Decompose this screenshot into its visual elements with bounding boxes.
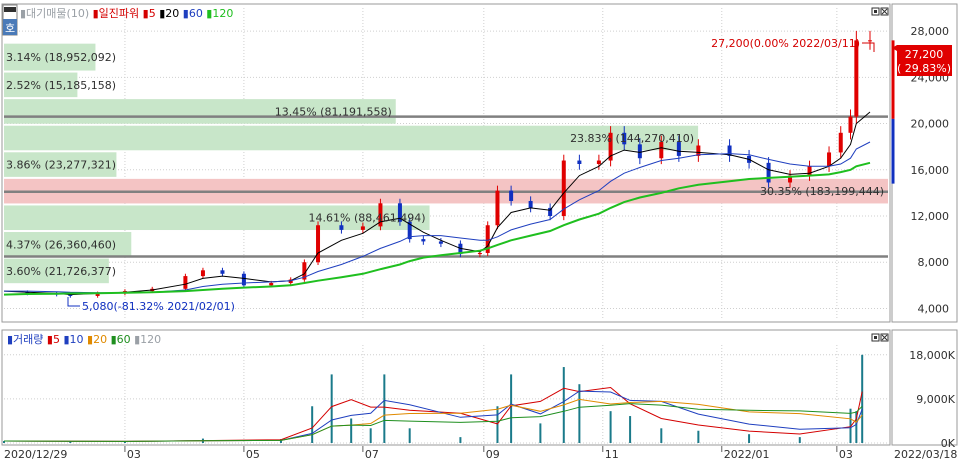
max-annotation: 27,200(0.00% 2022/03/11) bbox=[711, 37, 860, 50]
volume-profile-label: 13.45% (81,191,558) bbox=[275, 105, 392, 118]
volume-bar bbox=[311, 406, 314, 443]
candle-body bbox=[200, 270, 205, 277]
chart-window: 3.14% (18,952,092) 2.52% (15,185,158) 13.4… bbox=[0, 0, 959, 462]
candle-body bbox=[561, 160, 566, 216]
candle-body bbox=[848, 116, 853, 133]
legend-entry: ▮60 bbox=[179, 7, 203, 20]
current-price-box: 27,200 ( 29.83%) bbox=[892, 45, 952, 76]
legend-entry: ▮120 bbox=[131, 333, 162, 346]
volume-profile-label: 3.60% (21,726,377) bbox=[6, 265, 116, 278]
price-y-tick: 20,000 bbox=[911, 118, 950, 131]
volume-profile-label: 4.37% (26,360,460) bbox=[6, 238, 116, 251]
min-annotation: 5,080(-81.32% 2021/02/01) bbox=[82, 300, 235, 313]
price-y-tick: 8,000 bbox=[918, 256, 950, 269]
candle-body bbox=[509, 190, 514, 201]
legend-entry: ▮일진파워 bbox=[89, 6, 139, 20]
x-tick-label: 03 bbox=[127, 448, 141, 461]
volume-profile-label: 3.86% (23,277,321) bbox=[6, 159, 116, 172]
legend-entry: ▮5 bbox=[43, 333, 60, 346]
candle-body bbox=[637, 144, 642, 159]
candle-body bbox=[183, 276, 188, 289]
x-tick-label: 11 bbox=[605, 448, 619, 461]
x-tick-label: 09 bbox=[486, 448, 500, 461]
current-change: ( 29.83%) bbox=[897, 62, 951, 75]
volume-profile-label: 3.14% (18,952,092) bbox=[6, 51, 116, 64]
volume-bar bbox=[660, 428, 663, 443]
price-y-tick: 16,000 bbox=[911, 164, 950, 177]
volume-profile-label: 2.52% (15,185,158) bbox=[6, 79, 116, 92]
candle-body bbox=[528, 200, 533, 208]
volume-panel-frame bbox=[1, 329, 958, 446]
candle-body bbox=[807, 166, 812, 176]
legend-entry: ▮10 bbox=[60, 333, 84, 346]
volume-bar bbox=[383, 374, 386, 443]
volume-profile-label: 30.35% (183,199,444) bbox=[760, 185, 884, 198]
price-y-tick: 4,000 bbox=[918, 302, 950, 315]
volume-bar bbox=[748, 434, 751, 443]
x-tick-label: 2020/12/29 bbox=[4, 448, 67, 461]
candle-body bbox=[241, 273, 246, 286]
x-tick-label: 07 bbox=[365, 448, 379, 461]
candle-body bbox=[838, 132, 843, 153]
candle-body bbox=[316, 225, 321, 263]
candle-body bbox=[868, 40, 872, 42]
volume-bar bbox=[609, 411, 612, 443]
price-legend: ▮대기매물(10) ▮일진파워 ▮5 ▮20 ▮60 ▮120 bbox=[20, 6, 233, 20]
volume-profile-label: 23.83% (144,270,410) bbox=[570, 132, 694, 145]
volume-bar bbox=[496, 406, 499, 443]
volume-bar bbox=[539, 423, 542, 443]
volume-bar bbox=[697, 430, 700, 443]
volume-bar bbox=[369, 428, 372, 443]
x-tick-label: 2022/01 bbox=[724, 448, 770, 461]
volume-profile-label: 14.61% (88,461,494) bbox=[309, 212, 426, 225]
legend-entry: ▮20 bbox=[84, 333, 108, 346]
price-y-tick: 28,000 bbox=[911, 25, 950, 38]
candle-body bbox=[438, 241, 443, 244]
legend-entry: ▮거래량 bbox=[7, 333, 43, 346]
legend-entry: ▮대기매물(10) bbox=[20, 7, 89, 20]
legend-entry: ▮5 bbox=[139, 7, 156, 20]
candle-body bbox=[577, 160, 582, 164]
candle-body bbox=[421, 239, 426, 242]
volume-y-tick: 18,000K bbox=[909, 349, 955, 362]
x-tick-label: 03 bbox=[839, 448, 853, 461]
price-y-tick: 12,000 bbox=[911, 210, 950, 223]
x-tick-label: 05 bbox=[246, 448, 260, 461]
volume-legend: ▮거래량 ▮5 ▮10 ▮20 ▮60 ▮120 bbox=[7, 333, 161, 346]
candle-body bbox=[269, 283, 274, 286]
corner-label: 호 bbox=[5, 22, 15, 35]
legend-entry: ▮120 bbox=[203, 7, 234, 20]
volume-bar bbox=[408, 428, 411, 443]
volume-bar bbox=[330, 374, 333, 443]
current-price: 27,200 bbox=[905, 48, 944, 61]
candle-body bbox=[339, 225, 344, 230]
legend-entry: ▮20 bbox=[156, 7, 180, 20]
volume-y-tick: 9,000K bbox=[916, 393, 955, 406]
volume-bar bbox=[798, 437, 801, 443]
candle-body bbox=[495, 190, 500, 226]
volume-bar bbox=[578, 384, 581, 443]
volume-bar bbox=[350, 418, 353, 443]
volume-bar bbox=[629, 416, 632, 443]
candle-body bbox=[220, 270, 225, 274]
stock-chart: 3.14% (18,952,092) 2.52% (15,185,158) 13.4… bbox=[1, 3, 958, 461]
candle-body bbox=[854, 40, 859, 117]
chart-toggle-button[interactable]: 호 bbox=[2, 4, 18, 36]
volume-bar bbox=[459, 437, 462, 443]
price-panel-frame bbox=[1, 3, 958, 323]
candle-body bbox=[827, 152, 832, 167]
volume-bar bbox=[861, 354, 864, 443]
legend-entry: ▮60 bbox=[107, 333, 131, 346]
volume-y-tick: 0K bbox=[941, 437, 956, 450]
volume-bar bbox=[510, 374, 513, 443]
candle-body bbox=[360, 226, 365, 230]
candle-body bbox=[477, 252, 482, 255]
candle-body bbox=[596, 160, 601, 164]
candle-body bbox=[766, 162, 771, 183]
